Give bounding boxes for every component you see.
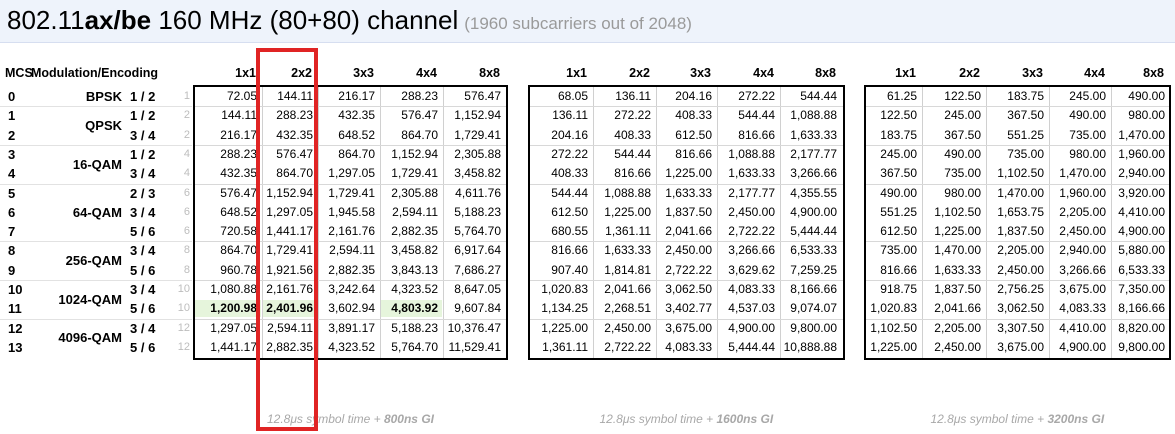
modulation-label: QPSK bbox=[85, 117, 122, 133]
modulation-label: BPSK bbox=[85, 89, 122, 104]
table-box bbox=[528, 85, 845, 361]
encoding-rate: 3 / 4 bbox=[130, 243, 156, 259]
header-streams-1x1: 1x1 bbox=[235, 66, 256, 80]
mcs-index: 11 bbox=[8, 301, 22, 317]
header-streams-8x8: 8x8 bbox=[1143, 66, 1164, 80]
mcs-index: 4 bbox=[8, 166, 16, 182]
spatial-index: 6 bbox=[183, 225, 190, 238]
encoding-rate: 5 / 6 bbox=[130, 262, 156, 278]
encoding-rate: 3 / 4 bbox=[130, 166, 156, 182]
mcs-index: 5 bbox=[8, 185, 16, 201]
spatial-index: 10 bbox=[177, 302, 190, 315]
spatial-index: 6 bbox=[183, 186, 190, 199]
title-bar: 802.11ax/be 160 MHz (80+80) channel (1960… bbox=[0, 0, 1175, 43]
caption-gi: 1600ns GI bbox=[716, 412, 774, 426]
header-streams-3x3: 3x3 bbox=[690, 66, 711, 80]
modulation-label: 256-QAM bbox=[65, 253, 122, 269]
header-streams-3x3: 3x3 bbox=[353, 66, 374, 80]
header-mcs: MCS bbox=[5, 66, 33, 80]
spatial-index: 8 bbox=[183, 263, 190, 276]
mcs-index: 9 bbox=[8, 262, 16, 278]
title-suffix: 160 MHz (80+80) channel bbox=[151, 5, 459, 35]
spatial-index: 8 bbox=[183, 244, 190, 257]
mcs-index: 1 bbox=[8, 108, 16, 124]
encoding-rate: 1 / 2 bbox=[130, 89, 156, 104]
header-streams-4x4: 4x4 bbox=[1084, 66, 1105, 80]
mcs-index: 7 bbox=[8, 224, 16, 240]
encoding-rate: 2 / 3 bbox=[130, 185, 156, 201]
mcs-index: 0 bbox=[8, 89, 16, 104]
mcs-index: 3 bbox=[8, 146, 16, 162]
spatial-index: 2 bbox=[183, 128, 190, 141]
group-divider bbox=[0, 241, 192, 243]
title-bold: ax/be bbox=[84, 5, 152, 35]
mcs-index: 2 bbox=[8, 127, 16, 143]
spatial-index: 4 bbox=[183, 167, 190, 180]
mcs-index: 10 bbox=[8, 282, 23, 297]
encoding-rate: 3 / 4 bbox=[130, 204, 156, 220]
header-streams-2x2: 2x2 bbox=[959, 66, 980, 80]
table-box bbox=[193, 85, 508, 361]
header-streams-1x1: 1x1 bbox=[566, 66, 587, 80]
modulation-label: 16-QAM bbox=[72, 156, 122, 172]
caption-text: 12.8μs symbol time + bbox=[930, 412, 1048, 426]
caption-gi: 3200ns GI bbox=[1047, 412, 1105, 426]
encoding-rate: 5 / 6 bbox=[130, 339, 156, 355]
highlight-2x2-column bbox=[256, 48, 318, 431]
spatial-index: 12 bbox=[177, 321, 190, 334]
page-title: 802.11ax/be 160 MHz (80+80) channel (1960… bbox=[7, 5, 692, 39]
mcs-index: 8 bbox=[8, 243, 16, 259]
header-streams-1x1: 1x1 bbox=[895, 66, 916, 80]
header-streams-8x8: 8x8 bbox=[479, 66, 500, 80]
caption-guard-interval: 12.8μs symbol time + 1600ns GI bbox=[600, 412, 774, 426]
encoding-rate: 1 / 2 bbox=[130, 108, 156, 124]
spatial-index: 1 bbox=[183, 90, 190, 102]
title-prefix: 802.11 bbox=[7, 5, 85, 35]
spatial-index: 10 bbox=[177, 283, 190, 295]
encoding-rate: 3 / 4 bbox=[130, 282, 156, 297]
group-divider bbox=[0, 106, 192, 108]
header-streams-4x4: 4x4 bbox=[753, 66, 774, 80]
caption-text: 12.8μs symbol time + bbox=[599, 412, 717, 426]
spatial-index: 4 bbox=[183, 147, 190, 160]
modulation-label: 4096-QAM bbox=[58, 330, 122, 346]
spatial-index: 2 bbox=[183, 109, 190, 122]
mcs-index: 13 bbox=[8, 339, 23, 355]
encoding-rate: 3 / 4 bbox=[130, 320, 156, 336]
modulation-label: 1024-QAM bbox=[58, 291, 122, 307]
modulation-label: 64-QAM bbox=[72, 204, 122, 220]
header-streams-8x8: 8x8 bbox=[815, 66, 836, 80]
encoding-rate: 5 / 6 bbox=[130, 301, 156, 317]
header-streams-2x2: 2x2 bbox=[629, 66, 650, 80]
spatial-index: 6 bbox=[183, 205, 190, 218]
mcs-index: 12 bbox=[8, 320, 23, 336]
group-divider bbox=[0, 280, 192, 281]
table-box bbox=[864, 85, 1171, 361]
encoding-rate: 3 / 4 bbox=[130, 127, 156, 143]
encoding-rate: 1 / 2 bbox=[130, 146, 156, 162]
header-streams-4x4: 4x4 bbox=[416, 66, 437, 80]
header-streams-3x3: 3x3 bbox=[1022, 66, 1043, 80]
mcs-index: 6 bbox=[8, 204, 16, 220]
group-divider bbox=[0, 318, 192, 320]
group-divider bbox=[0, 183, 192, 185]
caption-guard-interval: 12.8μs symbol time + 3200ns GI bbox=[931, 412, 1105, 426]
spatial-index: 12 bbox=[177, 340, 190, 353]
group-divider bbox=[0, 144, 192, 146]
title-subtitle: (1960 subcarriers out of 2048) bbox=[464, 14, 692, 33]
encoding-rate: 5 / 6 bbox=[130, 224, 156, 240]
header-modulation: Modulation/Encoding bbox=[31, 66, 159, 80]
caption-gi: 800ns GI bbox=[383, 412, 434, 426]
